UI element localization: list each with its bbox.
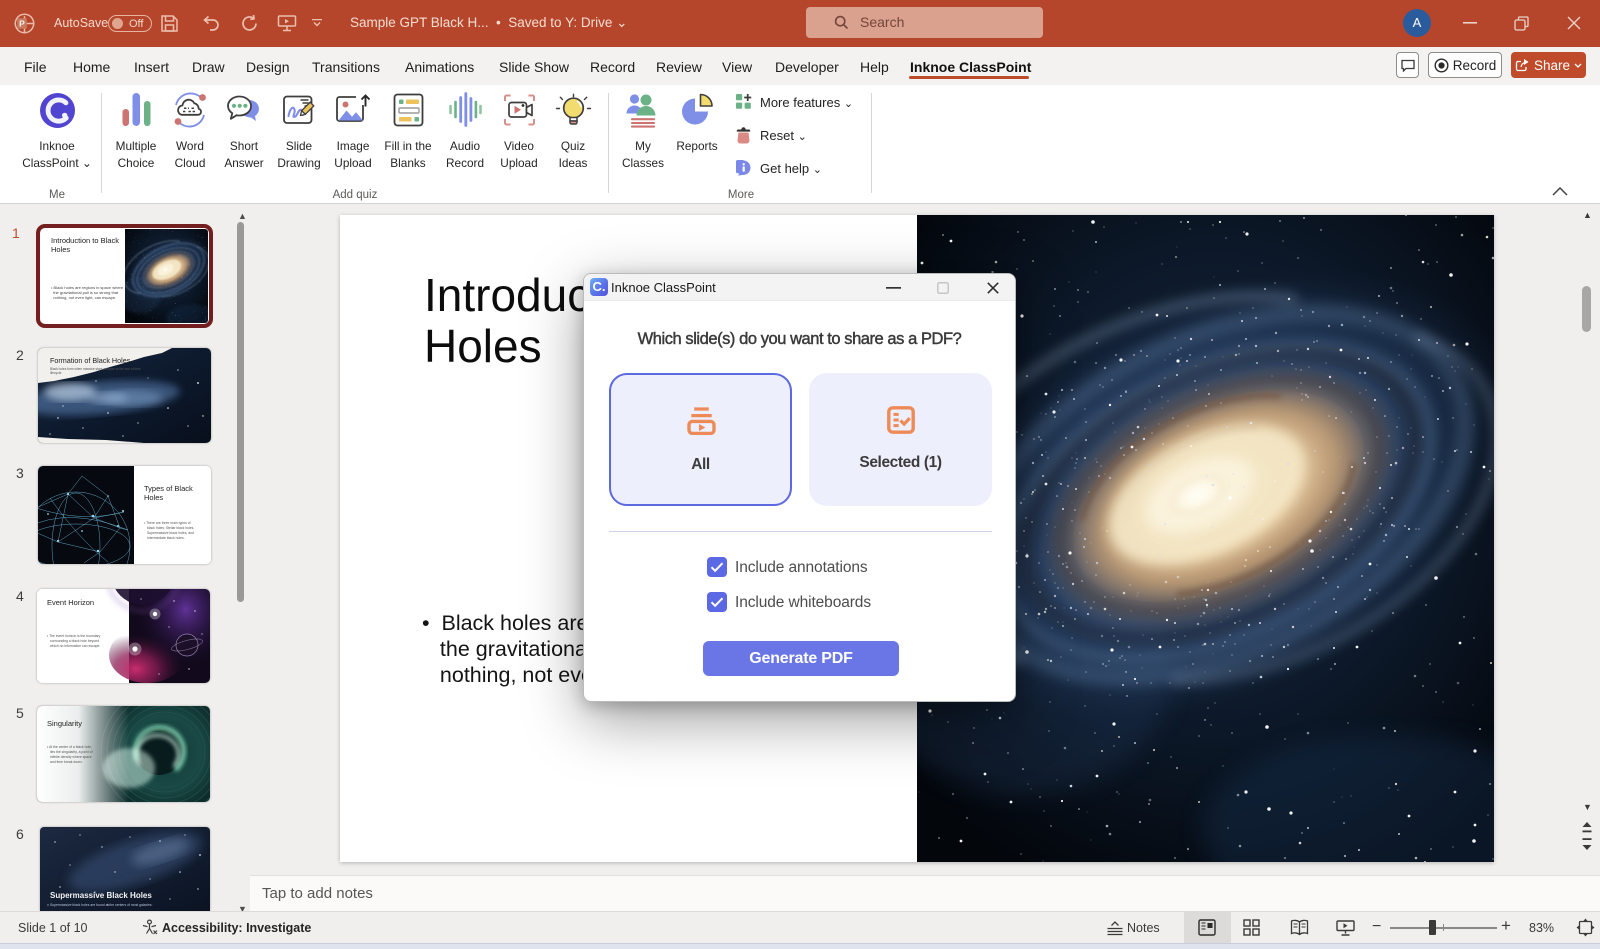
svg-text:which no information can escap: which no information can escape. bbox=[50, 644, 100, 648]
svg-text:Supermassive Black Holes: Supermassive Black Holes bbox=[50, 891, 152, 900]
svg-text:Supermassive black holes, and: Supermassive black holes, and bbox=[147, 531, 194, 535]
svg-text:lies the singularity, a point: lies the singularity, a point of bbox=[50, 750, 93, 754]
svg-text:infinite density where space: infinite density where space bbox=[50, 755, 92, 759]
svg-text:Intermediate black holes.: Intermediate black holes. bbox=[147, 536, 185, 540]
svg-text:Formation of Black Holes: Formation of Black Holes bbox=[50, 356, 131, 365]
svg-text:surrounding a black hole beyon: surrounding a black hole beyond bbox=[50, 639, 99, 643]
svg-text:and time break down.: and time break down. bbox=[50, 760, 82, 764]
svg-text:black holes: Stellar black hol: black holes: Stellar black holes, bbox=[147, 526, 194, 530]
svg-text:Holes: Holes bbox=[144, 493, 163, 502]
svg-text:Supermassive black holes are f: Supermassive black holes are found at th… bbox=[50, 903, 153, 907]
svg-text:lifecycle.: lifecycle. bbox=[50, 371, 62, 375]
svg-text:Black holes form when massive: Black holes form when massive stars coll… bbox=[50, 367, 142, 371]
svg-text:• At the center of a black hol: • At the center of a black hole, bbox=[47, 745, 92, 749]
svg-text:P: P bbox=[19, 19, 25, 29]
svg-text:Singularity: Singularity bbox=[47, 719, 82, 728]
svg-text:• There are three main types o: • There are three main types of bbox=[144, 521, 191, 525]
svg-text:• The event horizon is the bou: • The event horizon is the boundary bbox=[47, 634, 101, 638]
svg-text:Event Horizon: Event Horizon bbox=[47, 598, 94, 607]
svg-text:Types of Black: Types of Black bbox=[144, 484, 193, 493]
